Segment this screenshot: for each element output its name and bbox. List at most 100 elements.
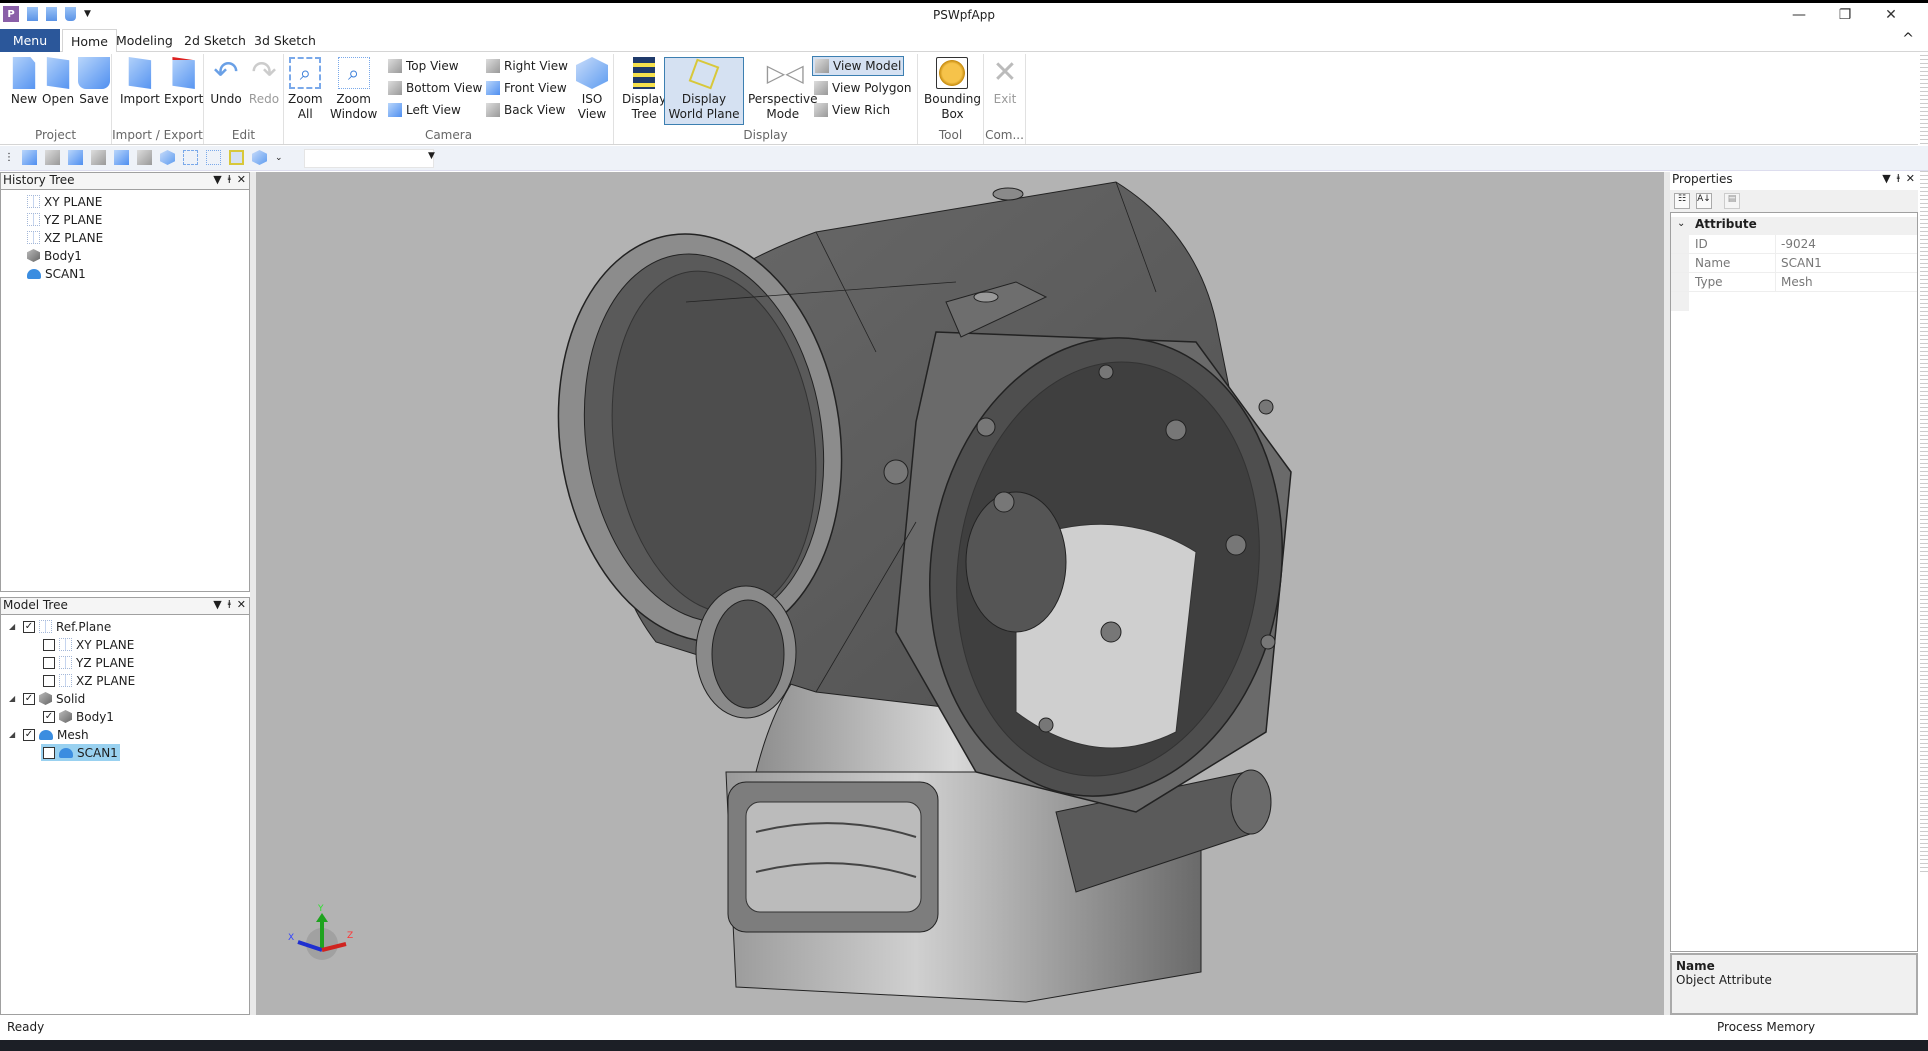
save-button[interactable]: Save [76, 57, 112, 107]
display-world-plane-button[interactable]: Display World Plane [664, 57, 744, 125]
top-view-icon[interactable] [22, 150, 37, 165]
collapse-ribbon-icon[interactable]: ^ [1902, 31, 1914, 47]
right-view-button[interactable]: Right View [484, 56, 570, 76]
side-scroll-strip[interactable] [1920, 52, 1928, 872]
minimize-button[interactable]: — [1776, 3, 1822, 27]
restore-button[interactable]: ❐ [1822, 3, 1868, 27]
zoom-all-button[interactable]: ⌕ Zoom All [286, 57, 325, 122]
view-rich-button[interactable]: View Rich [812, 100, 892, 120]
expand-icon[interactable]: ◢ [9, 730, 19, 739]
visibility-checkbox[interactable]: ✓ [23, 692, 35, 705]
left-view-icon[interactable] [68, 150, 83, 165]
pin-icon[interactable]: ⱡ [1897, 172, 1900, 185]
top-view-label: Top View [406, 59, 459, 73]
pin-icon[interactable]: ⱡ [228, 173, 231, 186]
history-item[interactable]: XZ PLANE [27, 229, 103, 246]
tree-node-xy-plane[interactable]: XY PLANE [43, 636, 134, 653]
property-row[interactable]: Name SCAN1 [1671, 254, 1917, 273]
bottom-view-button[interactable]: Bottom View [386, 78, 484, 98]
sort-alpha-icon[interactable]: A↓ [1696, 193, 1712, 209]
toolbar-grip-icon[interactable]: ⋮ [4, 152, 14, 163]
top-view-icon [388, 59, 402, 73]
export-button[interactable]: Export [162, 57, 205, 107]
view-model-button[interactable]: View Model [812, 56, 905, 76]
panel-close-icon[interactable]: ✕ [237, 598, 246, 611]
toolbar-combo[interactable] [304, 149, 434, 168]
window-controls: — ❐ ✕ [1776, 3, 1914, 27]
tree-node-solid[interactable]: ◢ ✓ Solid [9, 690, 85, 707]
plane-icon [27, 213, 40, 226]
panel-close-icon[interactable]: ✕ [1906, 172, 1915, 185]
panel-dropdown-icon[interactable]: ▼ [213, 598, 221, 611]
exit-button[interactable]: ✕ Exit [987, 57, 1023, 107]
right-view-icon[interactable] [91, 150, 106, 165]
world-plane-label-2: World Plane [668, 107, 740, 121]
world-plane-icon[interactable] [229, 150, 244, 165]
undo-button[interactable]: ↶ Undo [208, 57, 244, 107]
categorized-icon[interactable]: ☷ [1674, 193, 1690, 209]
tree-node-ref-plane[interactable]: ◢ ✓ Ref.Plane [9, 618, 111, 635]
perspective-mode-button[interactable]: ▷◁ Perspective Mode [746, 57, 820, 122]
property-row[interactable]: ID -9024 [1671, 235, 1917, 254]
close-button[interactable]: ✕ [1868, 3, 1914, 27]
history-item[interactable]: YZ PLANE [27, 211, 102, 228]
front-view-icon[interactable] [114, 150, 129, 165]
tree-node-yz-plane[interactable]: YZ PLANE [43, 654, 134, 671]
toolbar-overflow-icon[interactable]: ⌄ [275, 153, 283, 163]
tab-menu[interactable]: Menu [0, 29, 60, 52]
combo-dropdown-icon[interactable]: ▼ [428, 151, 435, 161]
visibility-checkbox[interactable]: ✓ [43, 710, 55, 723]
pin-icon[interactable]: ⱡ [228, 598, 231, 611]
history-item[interactable]: SCAN1 [27, 265, 86, 282]
visibility-checkbox[interactable] [43, 638, 55, 651]
tab-2d-sketch[interactable]: 2d Sketch [176, 29, 254, 52]
visibility-checkbox[interactable] [43, 674, 55, 687]
3d-viewport[interactable]: Y X Z [256, 172, 1664, 1015]
panel-close-icon[interactable]: ✕ [237, 173, 246, 186]
group-import-export: Import Export Import / Export [112, 54, 204, 144]
expand-icon[interactable]: ◢ [9, 622, 19, 631]
iso-view-icon[interactable] [160, 150, 175, 165]
plane-icon [27, 195, 40, 208]
history-item[interactable]: Body1 [27, 247, 82, 264]
tab-modeling[interactable]: Modeling [108, 29, 181, 52]
new-button[interactable]: New [6, 57, 42, 107]
shading-icon[interactable] [252, 150, 267, 165]
panel-dropdown-icon[interactable]: ▼ [213, 173, 221, 186]
bounding-box-button[interactable]: Bounding Box [922, 57, 983, 122]
panel-dropdown-icon[interactable]: ▼ [1882, 172, 1890, 185]
zoom-all-label-2: All [297, 107, 313, 121]
back-view-icon[interactable] [137, 150, 152, 165]
back-view-button[interactable]: Back View [484, 100, 567, 120]
view-polygon-button[interactable]: View Polygon [812, 78, 913, 98]
tree-node-scan1[interactable]: SCAN1 [41, 744, 120, 761]
tree-node-xz-plane[interactable]: XZ PLANE [43, 672, 135, 689]
tab-3d-sketch[interactable]: 3d Sketch [246, 29, 324, 52]
import-button[interactable]: Import [118, 57, 162, 107]
open-button[interactable]: Open [40, 57, 76, 107]
property-category[interactable]: ⌄ Attribute [1671, 217, 1917, 235]
redo-button[interactable]: ↷ Redo [246, 57, 282, 107]
display-tree-button[interactable]: Display Tree [620, 57, 668, 122]
left-view-button[interactable]: Left View [386, 100, 463, 120]
tree-node-mesh[interactable]: ◢ ✓ Mesh [9, 726, 89, 743]
bottom-view-icon[interactable] [45, 150, 60, 165]
history-item[interactable]: XY PLANE [27, 193, 102, 210]
zoom-window-icon[interactable] [206, 150, 221, 165]
zoom-all-icon[interactable] [183, 150, 198, 165]
iso-view-button[interactable]: ISO View [574, 57, 610, 122]
visibility-checkbox[interactable] [43, 656, 55, 669]
zoom-window-button[interactable]: ⌕ Zoom Window [328, 57, 379, 122]
visibility-checkbox[interactable] [43, 746, 55, 759]
visibility-checkbox[interactable]: ✓ [23, 728, 35, 741]
tree-node-body1[interactable]: ✓ Body1 [43, 708, 114, 725]
top-view-button[interactable]: Top View [386, 56, 461, 76]
group-label-camera: Camera [424, 128, 473, 142]
right-view-label: Right View [504, 59, 568, 73]
property-pages-icon[interactable]: ▤ [1724, 193, 1740, 209]
visibility-checkbox[interactable]: ✓ [23, 620, 35, 633]
front-view-button[interactable]: Front View [484, 78, 569, 98]
property-row[interactable]: Type Mesh [1671, 273, 1917, 292]
expand-icon[interactable]: ◢ [9, 694, 19, 703]
chevron-down-icon[interactable]: ⌄ [1677, 218, 1685, 229]
